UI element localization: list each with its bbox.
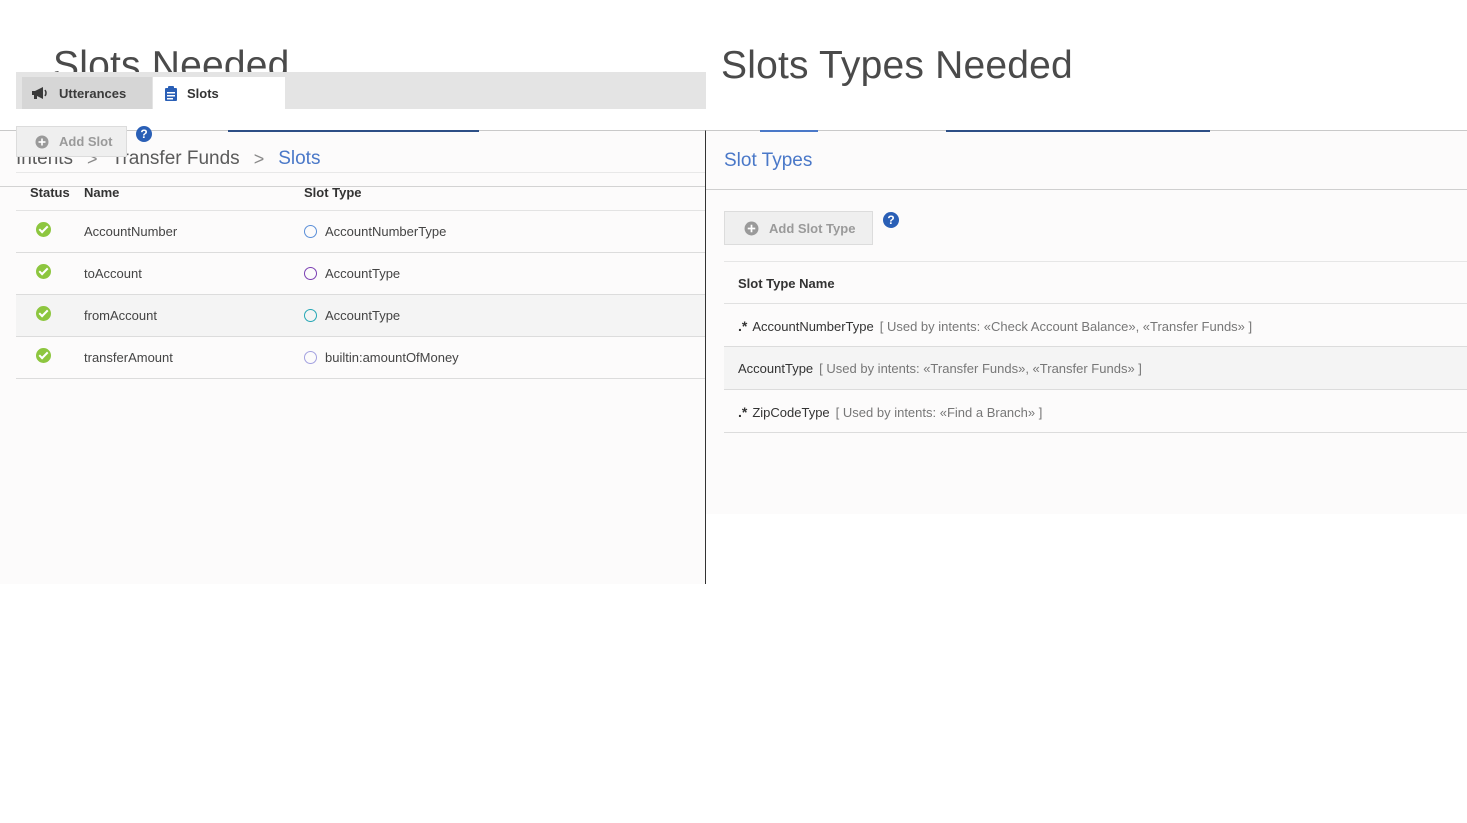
slot-type-cell: AccountNumberType bbox=[304, 224, 446, 239]
tab-utterances-label: Utterances bbox=[59, 85, 127, 101]
breadcrumb-slots: Slots bbox=[278, 148, 321, 169]
help-icon[interactable]: ? bbox=[136, 126, 152, 142]
slot-type: AccountNumberType bbox=[325, 224, 447, 239]
header-strip bbox=[946, 130, 1210, 132]
check-circle-icon bbox=[36, 222, 51, 237]
slot-name: AccountNumber bbox=[84, 224, 178, 239]
table-row[interactable]: toAccount AccountType bbox=[16, 253, 705, 295]
slot-type-circle-icon bbox=[304, 225, 317, 238]
table-row[interactable]: fromAccount AccountType bbox=[16, 295, 705, 337]
slot-name: fromAccount bbox=[84, 308, 157, 323]
slot-type-circle-icon bbox=[304, 267, 317, 280]
column-name: Name bbox=[84, 185, 120, 200]
tab-bar: Utterances Slots bbox=[16, 72, 706, 109]
column-slot-type-name: Slot Type Name bbox=[738, 276, 835, 291]
slot-type-entry: .* ZipCodeType [ Used by intents: «Find … bbox=[738, 404, 1042, 420]
table-header: Status Name Slot Type bbox=[16, 172, 705, 211]
slot-type: AccountType bbox=[325, 266, 401, 281]
slot-type-name[interactable]: AccountType bbox=[738, 361, 813, 376]
slot-name: transferAmount bbox=[84, 350, 173, 365]
add-slot-label: Add Slot bbox=[59, 134, 113, 149]
slot-types-table: Slot Type Name .* AccountNumberType [ Us… bbox=[724, 261, 1467, 433]
used-by-intents: [ Used by intents: «Check Account Balanc… bbox=[879, 319, 1253, 334]
tab-utterances[interactable]: Utterances bbox=[22, 77, 152, 109]
table-header: Slot Type Name bbox=[724, 261, 1467, 304]
table-row[interactable]: .* ZipCodeType [ Used by intents: «Find … bbox=[724, 390, 1467, 433]
regex-icon: .* bbox=[738, 318, 748, 334]
add-slot-button[interactable]: Add Slot bbox=[16, 126, 127, 157]
slide-title-right: Slots Types Needed bbox=[721, 44, 1073, 87]
slot-type-circle-icon bbox=[304, 309, 317, 322]
slot-name: toAccount bbox=[84, 266, 142, 281]
clipboard-icon bbox=[165, 85, 177, 101]
check-circle-icon bbox=[36, 264, 51, 279]
plus-circle-icon bbox=[35, 135, 49, 148]
divider bbox=[706, 189, 1467, 190]
add-slot-type-button[interactable]: Add Slot Type bbox=[724, 211, 873, 245]
slots-table: Status Name Slot Type AccountNumber Acco… bbox=[16, 172, 705, 379]
slot-type-cell: builtin:amountOfMoney bbox=[304, 350, 459, 365]
header-strip bbox=[228, 130, 479, 132]
plus-circle-icon bbox=[744, 221, 759, 235]
table-row[interactable]: .* AccountNumberType [ Used by intents: … bbox=[724, 304, 1467, 347]
slot-type: AccountType bbox=[325, 308, 401, 323]
check-circle-icon bbox=[36, 306, 51, 321]
tab-slots-label: Slots bbox=[187, 85, 219, 101]
column-status: Status bbox=[30, 185, 70, 200]
slot-type-circle-icon bbox=[304, 351, 317, 364]
slot-type-name[interactable]: AccountNumberType bbox=[752, 319, 873, 334]
regex-icon: .* bbox=[738, 404, 748, 420]
breadcrumb-transfer-funds[interactable]: Transfer Funds bbox=[112, 148, 240, 170]
check-circle-icon bbox=[36, 348, 51, 363]
used-by-intents: [ Used by intents: «Find a Branch» ] bbox=[835, 405, 1043, 420]
tab-slots[interactable]: Slots bbox=[153, 77, 285, 109]
table-row[interactable]: AccountNumber AccountNumberType bbox=[16, 211, 705, 253]
header-strip bbox=[760, 130, 818, 132]
page-title: Slot Types bbox=[724, 150, 813, 171]
help-icon[interactable]: ? bbox=[883, 212, 899, 228]
used-by-intents: [ Used by intents: «Transfer Funds», «Tr… bbox=[819, 361, 1142, 376]
table-row[interactable]: AccountType [ Used by intents: «Transfer… bbox=[724, 347, 1467, 390]
megaphone-icon bbox=[32, 87, 47, 99]
slot-type-cell: AccountType bbox=[304, 308, 400, 323]
column-slot-type: Slot Type bbox=[304, 185, 362, 200]
slot-type: builtin:amountOfMoney bbox=[325, 350, 459, 365]
slot-type-entry: AccountType [ Used by intents: «Transfer… bbox=[738, 361, 1142, 376]
slot-type-entry: .* AccountNumberType [ Used by intents: … bbox=[738, 318, 1252, 334]
add-slot-type-label: Add Slot Type bbox=[769, 220, 856, 236]
table-row[interactable]: transferAmount builtin:amountOfMoney bbox=[16, 337, 705, 379]
slot-type-name[interactable]: ZipCodeType bbox=[752, 405, 829, 420]
slot-type-cell: AccountType bbox=[304, 266, 400, 281]
chevron-right-icon: > bbox=[253, 148, 265, 169]
